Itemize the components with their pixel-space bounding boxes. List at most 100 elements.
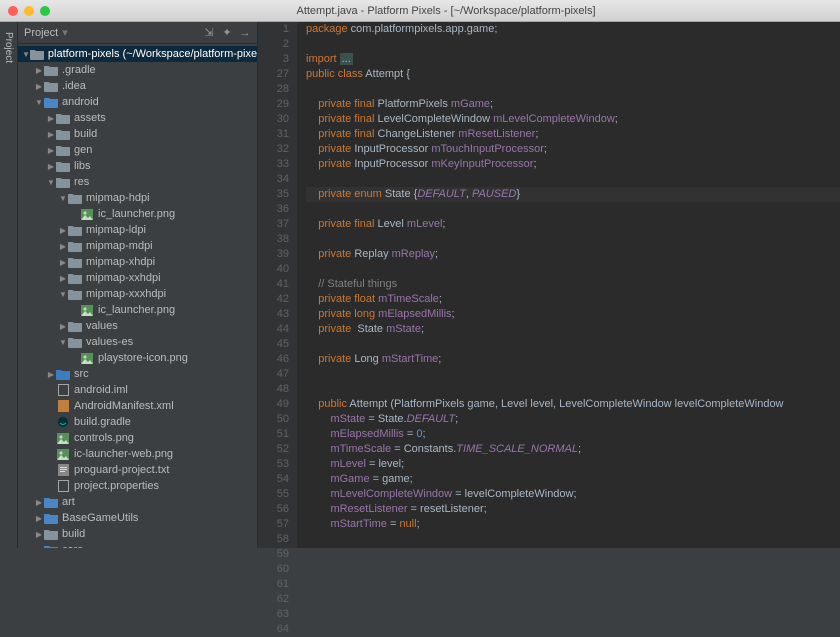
tree-row[interactable]: ▶src bbox=[18, 366, 257, 382]
tree-row[interactable]: ▶libs bbox=[18, 158, 257, 174]
node-icon bbox=[68, 336, 82, 348]
dropdown-icon[interactable]: ▾ bbox=[62, 26, 68, 39]
expand-icon[interactable]: ▶ bbox=[58, 242, 68, 251]
expand-icon[interactable]: ▼ bbox=[58, 194, 68, 203]
project-tab[interactable]: Project bbox=[3, 26, 14, 69]
node-label: project.properties bbox=[74, 480, 159, 492]
node-label: ic_launcher.png bbox=[98, 208, 175, 220]
node-label: android bbox=[62, 96, 99, 108]
tree-row[interactable]: project.properties bbox=[18, 478, 257, 494]
tree-row[interactable]: ▼ android bbox=[18, 94, 257, 110]
node-icon bbox=[30, 48, 44, 60]
node-icon bbox=[44, 96, 58, 108]
tree-row[interactable]: android.iml bbox=[18, 382, 257, 398]
tree-row[interactable]: ▼ mipmap-xxxhdpi bbox=[18, 286, 257, 302]
tree-row[interactable]: ▶core bbox=[18, 542, 257, 548]
project-panel: Project ▾ ⇲ ✦ → ▼ platform-pixels (~/Work… bbox=[18, 22, 258, 548]
tree-row[interactable]: ic_launcher.png bbox=[18, 302, 257, 318]
fold-icon[interactable]: ... bbox=[340, 53, 353, 65]
minimize-icon[interactable] bbox=[24, 6, 34, 16]
node-label: ic-launcher-web.png bbox=[74, 448, 173, 460]
node-label: ic_launcher.png bbox=[98, 304, 175, 316]
expand-icon[interactable]: ▶ bbox=[58, 322, 68, 331]
node-icon bbox=[68, 192, 82, 204]
node-label: values-es bbox=[86, 336, 133, 348]
node-label: controls.png bbox=[74, 432, 134, 444]
node-icon bbox=[80, 304, 94, 316]
close-icon[interactable] bbox=[8, 6, 18, 16]
tree-row[interactable]: ▶gen bbox=[18, 142, 257, 158]
gear-icon[interactable]: ✦ bbox=[221, 27, 233, 39]
expand-icon[interactable]: ▼ bbox=[46, 178, 56, 187]
tree-row[interactable]: AndroidManifest.xml bbox=[18, 398, 257, 414]
panel-title: Project bbox=[24, 27, 58, 39]
node-label: .gradle bbox=[62, 64, 96, 76]
expand-icon[interactable]: ▶ bbox=[34, 498, 44, 507]
expand-icon[interactable]: ▶ bbox=[34, 530, 44, 539]
node-label: build bbox=[74, 128, 97, 140]
hide-icon[interactable]: → bbox=[239, 27, 251, 39]
tree-row[interactable]: ▶ build bbox=[18, 126, 257, 142]
tree-row[interactable]: ▶BaseGameUtils bbox=[18, 510, 257, 526]
tree-row[interactable]: ▼res bbox=[18, 174, 257, 190]
tree-row[interactable]: ▶ mipmap-ldpi bbox=[18, 222, 257, 238]
node-label: proguard-project.txt bbox=[74, 464, 169, 476]
tree-row[interactable]: ▶ .gradle bbox=[18, 62, 257, 78]
expand-icon[interactable]: ▶ bbox=[58, 226, 68, 235]
titlebar: Attempt.java - Platform Pixels - [~/Work… bbox=[0, 0, 840, 22]
node-icon bbox=[44, 80, 58, 92]
expand-icon[interactable]: ▶ bbox=[46, 162, 56, 171]
expand-icon[interactable]: ▶ bbox=[34, 82, 44, 91]
tree-row[interactable]: playstore-icon.png bbox=[18, 350, 257, 366]
node-label: mipmap-xxhdpi bbox=[86, 272, 161, 284]
tree-row[interactable]: proguard-project.txt bbox=[18, 462, 257, 478]
tree-row[interactable]: ▶mipmap-mdpi bbox=[18, 238, 257, 254]
tree-row[interactable]: ▶ mipmap-xxhdpi bbox=[18, 270, 257, 286]
collapse-icon[interactable]: ⇲ bbox=[203, 27, 215, 39]
expand-icon[interactable]: ▶ bbox=[58, 258, 68, 267]
node-label: mipmap-ldpi bbox=[86, 224, 146, 236]
tree-row[interactable]: ▶build bbox=[18, 526, 257, 542]
tree-row[interactable]: ic-launcher-web.png bbox=[18, 446, 257, 462]
expand-icon[interactable]: ▼ bbox=[58, 290, 68, 299]
node-label: build.gradle bbox=[74, 416, 131, 428]
code-editor[interactable]: package com.platformpixels.app.game;impo… bbox=[298, 22, 840, 548]
tree-row[interactable]: ▶ art bbox=[18, 494, 257, 510]
tree-row[interactable]: ▼ values-es bbox=[18, 334, 257, 350]
node-icon bbox=[56, 144, 70, 156]
node-label: mipmap-xxxhdpi bbox=[86, 288, 166, 300]
tree-row[interactable]: ▶ mipmap-xhdpi bbox=[18, 254, 257, 270]
project-tree[interactable]: ▼ platform-pixels (~/Workspace/platform-p… bbox=[18, 44, 257, 548]
node-icon bbox=[68, 288, 82, 300]
tree-row[interactable]: ▶ values bbox=[18, 318, 257, 334]
expand-icon[interactable]: ▶ bbox=[46, 370, 56, 379]
tree-row[interactable]: build.gradle bbox=[18, 414, 257, 430]
expand-icon[interactable]: ▶ bbox=[34, 66, 44, 75]
node-icon bbox=[80, 352, 94, 364]
expand-icon[interactable]: ▶ bbox=[46, 130, 56, 139]
tree-row[interactable]: ▼ platform-pixels (~/Workspace/platform-p… bbox=[18, 46, 257, 62]
node-label: core bbox=[62, 544, 83, 548]
tree-row[interactable]: ▶.idea bbox=[18, 78, 257, 94]
window-controls bbox=[8, 6, 50, 16]
node-label: mipmap-xhdpi bbox=[86, 256, 155, 268]
tree-row[interactable]: ▼mipmap-hdpi bbox=[18, 190, 257, 206]
expand-icon[interactable]: ▶ bbox=[34, 514, 44, 523]
node-icon bbox=[56, 416, 70, 428]
expand-icon[interactable]: ▼ bbox=[58, 338, 68, 347]
zoom-icon[interactable] bbox=[40, 6, 50, 16]
expand-icon[interactable]: ▼ bbox=[22, 50, 30, 59]
tree-row[interactable]: ▶assets bbox=[18, 110, 257, 126]
node-label: platform-pixels (~/Workspace/platform-pi… bbox=[48, 48, 257, 60]
node-icon bbox=[56, 400, 70, 412]
tree-row[interactable]: ic_launcher.png bbox=[18, 206, 257, 222]
node-label: values bbox=[86, 320, 118, 332]
expand-icon[interactable]: ▼ bbox=[34, 98, 44, 107]
node-label: art bbox=[62, 496, 75, 508]
expand-icon[interactable]: ▶ bbox=[58, 274, 68, 283]
node-icon bbox=[56, 464, 70, 476]
tree-row[interactable]: controls.png bbox=[18, 430, 257, 446]
expand-icon[interactable]: ▶ bbox=[46, 146, 56, 155]
node-icon bbox=[56, 480, 70, 492]
expand-icon[interactable]: ▶ bbox=[46, 114, 56, 123]
